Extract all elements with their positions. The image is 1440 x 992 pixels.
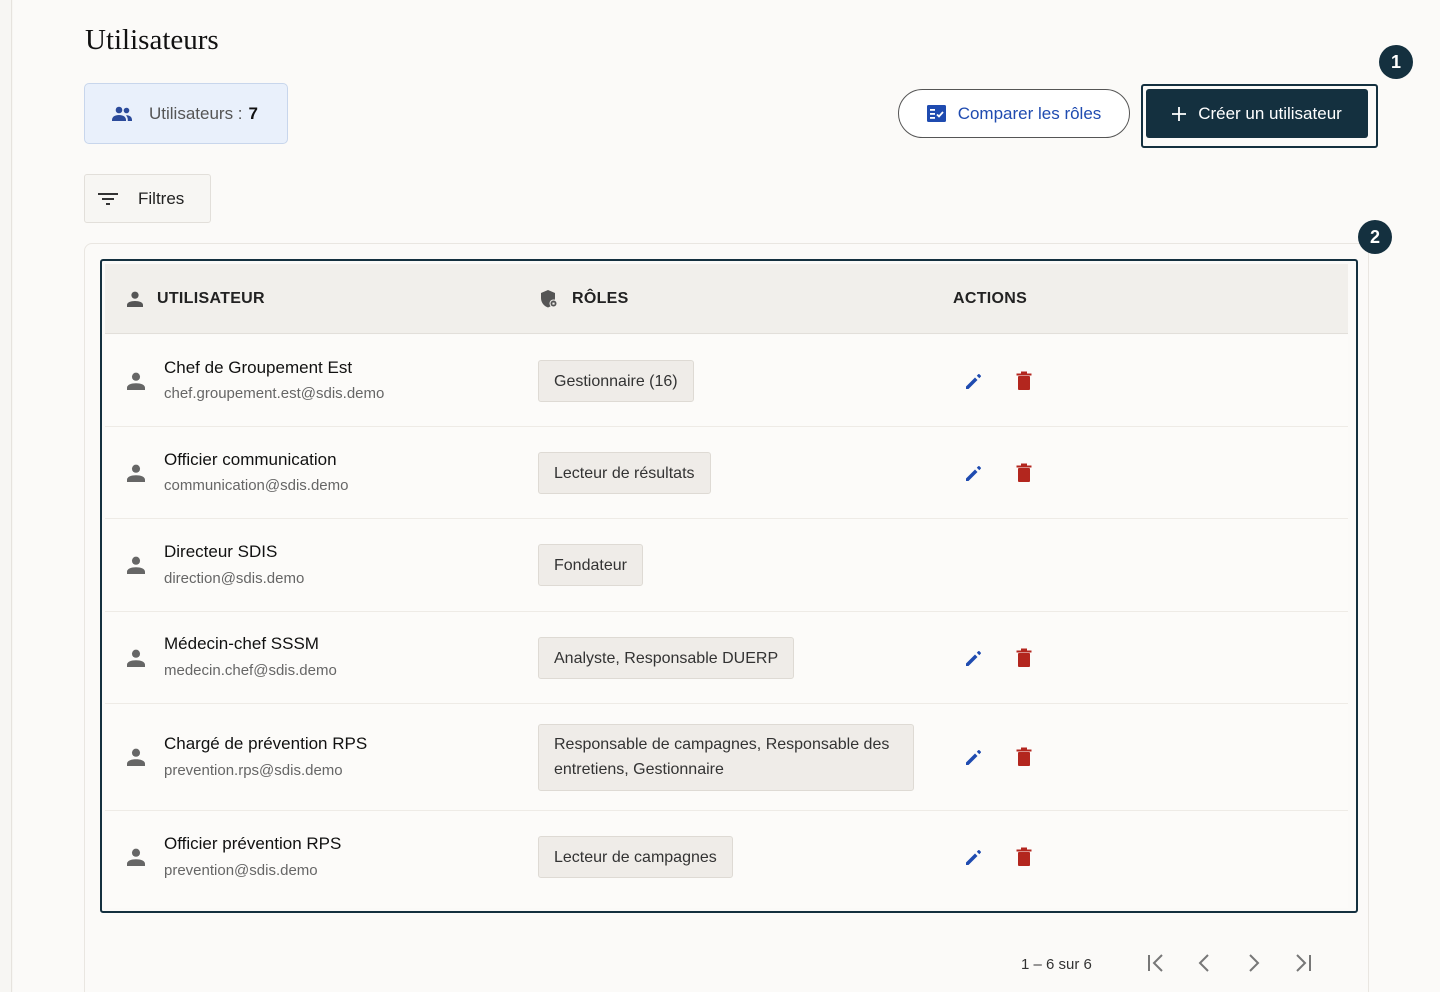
step-badge-2: 2 [1358, 220, 1392, 254]
next-page-icon[interactable] [1246, 952, 1262, 974]
first-page-icon[interactable] [1146, 952, 1166, 974]
user-count-label: Utilisateurs : [149, 103, 243, 123]
compare-roles-label: Comparer les rôles [957, 103, 1102, 123]
create-user-button[interactable]: Créer un utilisateur [1146, 89, 1368, 138]
last-page-icon[interactable] [1293, 952, 1313, 974]
user-count-card: Utilisateurs : 7 [84, 83, 288, 144]
compare-checklist-icon [926, 105, 946, 122]
users-icon [111, 106, 133, 122]
step-badge-1: 1 [1379, 45, 1413, 79]
filters-label: Filtres [138, 188, 185, 208]
plus-icon [1172, 106, 1187, 121]
left-edge [0, 0, 12, 992]
previous-page-icon[interactable] [1196, 952, 1212, 974]
filter-icon [98, 192, 118, 206]
pagination-range: 1 – 6 sur 6 [1021, 955, 1092, 973]
compare-roles-button[interactable]: Comparer les rôles [898, 89, 1130, 138]
filters-button[interactable]: Filtres [84, 174, 211, 223]
user-count-value: 7 [248, 103, 258, 123]
table-focus-outline [100, 259, 1358, 913]
page-title: Utilisateurs [85, 24, 219, 56]
create-user-label: Créer un utilisateur [1198, 103, 1342, 123]
